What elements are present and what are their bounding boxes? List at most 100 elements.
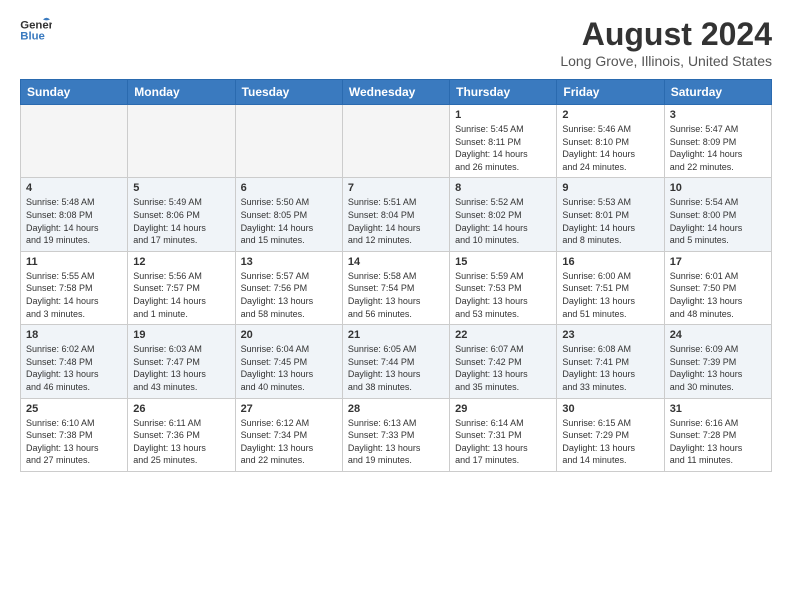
day-number: 20 <box>241 329 337 341</box>
day-number: 16 <box>562 256 658 268</box>
day-info: Sunrise: 5:55 AM Sunset: 7:58 PM Dayligh… <box>26 270 122 320</box>
calendar-cell: 25Sunrise: 6:10 AM Sunset: 7:38 PM Dayli… <box>21 398 128 471</box>
day-number: 31 <box>670 403 766 415</box>
day-info: Sunrise: 5:49 AM Sunset: 8:06 PM Dayligh… <box>133 196 229 246</box>
day-info: Sunrise: 6:14 AM Sunset: 7:31 PM Dayligh… <box>455 417 551 467</box>
day-number: 30 <box>562 403 658 415</box>
calendar-week-row: 4 Sunrise: 5:48 AM Sunset: 8:08 PM Daylig… <box>21 178 772 251</box>
calendar-cell <box>235 105 342 178</box>
month-title: August 2024 <box>560 16 772 53</box>
calendar-cell: 7 Sunrise: 5:51 AM Sunset: 8:04 PM Daylig… <box>342 178 449 251</box>
calendar-cell <box>21 105 128 178</box>
calendar-cell: 26 Sunrise: 6:11 AM Sunset: 7:36 PM Dayli… <box>128 398 235 471</box>
calendar-week-row: 18 Sunrise: 6:02 AM Sunset: 7:48 PM Dayli… <box>21 325 772 398</box>
calendar-cell <box>128 105 235 178</box>
day-number: 12 <box>133 256 229 268</box>
calendar-cell: 29 Sunrise: 6:14 AM Sunset: 7:31 PM Dayli… <box>450 398 557 471</box>
day-number: 21 <box>348 329 444 341</box>
day-info: Sunrise: 6:03 AM Sunset: 7:47 PM Dayligh… <box>133 343 229 393</box>
calendar-cell <box>342 105 449 178</box>
calendar-cell: 17 Sunrise: 6:01 AM Sunset: 7:50 PM Dayli… <box>664 251 771 324</box>
calendar-cell: 4 Sunrise: 5:48 AM Sunset: 8:08 PM Daylig… <box>21 178 128 251</box>
calendar-cell: 14 Sunrise: 5:58 AM Sunset: 7:54 PM Dayli… <box>342 251 449 324</box>
day-info: Sunrise: 6:01 AM Sunset: 7:50 PM Dayligh… <box>670 270 766 320</box>
day-number: 19 <box>133 329 229 341</box>
day-number: 8 <box>455 182 551 194</box>
day-number: 26 <box>133 403 229 415</box>
calendar-cell: 6 Sunrise: 5:50 AM Sunset: 8:05 PM Daylig… <box>235 178 342 251</box>
day-info: Sunrise: 6:13 AM Sunset: 7:33 PM Dayligh… <box>348 417 444 467</box>
svg-text:Blue: Blue <box>20 31 45 43</box>
calendar-cell: 18 Sunrise: 6:02 AM Sunset: 7:48 PM Dayli… <box>21 325 128 398</box>
day-info: Sunrise: 5:53 AM Sunset: 8:01 PM Dayligh… <box>562 196 658 246</box>
calendar-week-row: 1Sunrise: 5:45 AM Sunset: 8:11 PM Daylig… <box>21 105 772 178</box>
calendar-cell: 1Sunrise: 5:45 AM Sunset: 8:11 PM Daylig… <box>450 105 557 178</box>
calendar-cell: 21 Sunrise: 6:05 AM Sunset: 7:44 PM Dayli… <box>342 325 449 398</box>
location-title: Long Grove, Illinois, United States <box>560 53 772 69</box>
weekday-header-saturday: Saturday <box>664 80 771 105</box>
day-number: 6 <box>241 182 337 194</box>
calendar-cell: 8Sunrise: 5:52 AM Sunset: 8:02 PM Daylig… <box>450 178 557 251</box>
day-info: Sunrise: 5:47 AM Sunset: 8:09 PM Dayligh… <box>670 123 766 173</box>
calendar-cell: 24Sunrise: 6:09 AM Sunset: 7:39 PM Dayli… <box>664 325 771 398</box>
calendar-cell: 19 Sunrise: 6:03 AM Sunset: 7:47 PM Dayli… <box>128 325 235 398</box>
day-info: Sunrise: 5:51 AM Sunset: 8:04 PM Dayligh… <box>348 196 444 246</box>
weekday-header-friday: Friday <box>557 80 664 105</box>
logo-icon: General Blue <box>20 16 52 44</box>
calendar-cell: 27 Sunrise: 6:12 AM Sunset: 7:34 PM Dayli… <box>235 398 342 471</box>
day-number: 22 <box>455 329 551 341</box>
day-number: 7 <box>348 182 444 194</box>
day-number: 28 <box>348 403 444 415</box>
calendar-cell: 13Sunrise: 5:57 AM Sunset: 7:56 PM Dayli… <box>235 251 342 324</box>
day-number: 27 <box>241 403 337 415</box>
svg-text:General: General <box>20 19 52 31</box>
calendar-week-row: 11Sunrise: 5:55 AM Sunset: 7:58 PM Dayli… <box>21 251 772 324</box>
calendar-cell: 10Sunrise: 5:54 AM Sunset: 8:00 PM Dayli… <box>664 178 771 251</box>
calendar-cell: 11Sunrise: 5:55 AM Sunset: 7:58 PM Dayli… <box>21 251 128 324</box>
day-info: Sunrise: 6:15 AM Sunset: 7:29 PM Dayligh… <box>562 417 658 467</box>
day-number: 14 <box>348 256 444 268</box>
day-number: 2 <box>562 109 658 121</box>
day-info: Sunrise: 5:50 AM Sunset: 8:05 PM Dayligh… <box>241 196 337 246</box>
day-number: 10 <box>670 182 766 194</box>
calendar-cell: 5Sunrise: 5:49 AM Sunset: 8:06 PM Daylig… <box>128 178 235 251</box>
calendar-cell: 15Sunrise: 5:59 AM Sunset: 7:53 PM Dayli… <box>450 251 557 324</box>
weekday-header-wednesday: Wednesday <box>342 80 449 105</box>
day-number: 9 <box>562 182 658 194</box>
calendar-cell: 9 Sunrise: 5:53 AM Sunset: 8:01 PM Daylig… <box>557 178 664 251</box>
day-info: Sunrise: 6:07 AM Sunset: 7:42 PM Dayligh… <box>455 343 551 393</box>
day-number: 18 <box>26 329 122 341</box>
day-info: Sunrise: 5:48 AM Sunset: 8:08 PM Dayligh… <box>26 196 122 246</box>
day-number: 13 <box>241 256 337 268</box>
logo: General Blue <box>20 16 52 44</box>
day-info: Sunrise: 6:08 AM Sunset: 7:41 PM Dayligh… <box>562 343 658 393</box>
calendar-cell: 28 Sunrise: 6:13 AM Sunset: 7:33 PM Dayli… <box>342 398 449 471</box>
day-info: Sunrise: 6:05 AM Sunset: 7:44 PM Dayligh… <box>348 343 444 393</box>
day-info: Sunrise: 6:11 AM Sunset: 7:36 PM Dayligh… <box>133 417 229 467</box>
calendar-cell: 23Sunrise: 6:08 AM Sunset: 7:41 PM Dayli… <box>557 325 664 398</box>
calendar-cell: 16 Sunrise: 6:00 AM Sunset: 7:51 PM Dayli… <box>557 251 664 324</box>
day-info: Sunrise: 6:10 AM Sunset: 7:38 PM Dayligh… <box>26 417 122 467</box>
day-info: Sunrise: 6:04 AM Sunset: 7:45 PM Dayligh… <box>241 343 337 393</box>
calendar-cell: 30 Sunrise: 6:15 AM Sunset: 7:29 PM Dayli… <box>557 398 664 471</box>
day-info: Sunrise: 6:16 AM Sunset: 7:28 PM Dayligh… <box>670 417 766 467</box>
header: General Blue August 2024 Long Grove, Ill… <box>20 16 772 69</box>
day-number: 3 <box>670 109 766 121</box>
day-info: Sunrise: 5:58 AM Sunset: 7:54 PM Dayligh… <box>348 270 444 320</box>
day-info: Sunrise: 5:59 AM Sunset: 7:53 PM Dayligh… <box>455 270 551 320</box>
day-info: Sunrise: 6:12 AM Sunset: 7:34 PM Dayligh… <box>241 417 337 467</box>
day-info: Sunrise: 5:56 AM Sunset: 7:57 PM Dayligh… <box>133 270 229 320</box>
calendar-cell: 22 Sunrise: 6:07 AM Sunset: 7:42 PM Dayli… <box>450 325 557 398</box>
day-info: Sunrise: 6:02 AM Sunset: 7:48 PM Dayligh… <box>26 343 122 393</box>
day-number: 4 <box>26 182 122 194</box>
day-info: Sunrise: 5:46 AM Sunset: 8:10 PM Dayligh… <box>562 123 658 173</box>
calendar-cell: 12 Sunrise: 5:56 AM Sunset: 7:57 PM Dayli… <box>128 251 235 324</box>
calendar-header-row: SundayMondayTuesdayWednesdayThursdayFrid… <box>21 80 772 105</box>
weekday-header-monday: Monday <box>128 80 235 105</box>
day-info: Sunrise: 6:00 AM Sunset: 7:51 PM Dayligh… <box>562 270 658 320</box>
calendar-cell: 3 Sunrise: 5:47 AM Sunset: 8:09 PM Daylig… <box>664 105 771 178</box>
weekday-header-sunday: Sunday <box>21 80 128 105</box>
day-info: Sunrise: 6:09 AM Sunset: 7:39 PM Dayligh… <box>670 343 766 393</box>
day-number: 17 <box>670 256 766 268</box>
day-number: 29 <box>455 403 551 415</box>
